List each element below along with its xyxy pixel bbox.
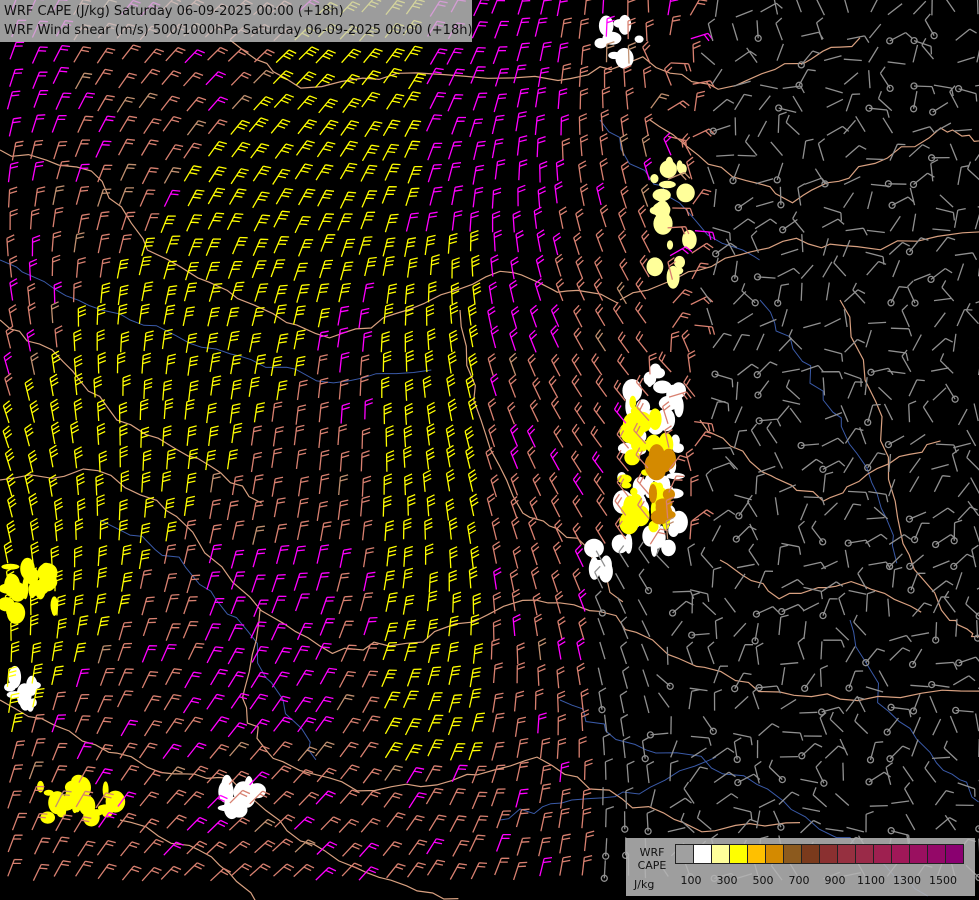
cape-area xyxy=(621,482,632,489)
cape-area xyxy=(659,160,677,178)
cape-area xyxy=(673,267,684,275)
cape-legend: WRF CAPE J/kg 100 300 500 700 900 1100 1300 150… xyxy=(626,838,975,896)
cape-area xyxy=(655,482,664,493)
legend-tick-900: 900 xyxy=(824,874,846,887)
cape-area xyxy=(659,220,671,233)
legend-tick-500: 500 xyxy=(752,874,774,887)
cape-area xyxy=(633,411,652,433)
legend-swatch xyxy=(693,844,712,864)
cape-area xyxy=(56,803,73,811)
cape-area xyxy=(649,363,662,378)
legend-title: WRF CAPE xyxy=(630,846,674,872)
cape-area xyxy=(646,257,664,277)
legend-swatch xyxy=(927,844,946,864)
legend-color-scale xyxy=(675,844,964,864)
cape-area xyxy=(652,202,671,218)
wind-barb xyxy=(842,762,845,781)
legend-swatch xyxy=(765,844,784,864)
cape-area xyxy=(627,511,643,526)
weather-map xyxy=(0,0,979,900)
legend-tick-700: 700 xyxy=(788,874,810,887)
legend-swatch xyxy=(945,844,964,864)
wind-shear-title: WRF Wind shear (m/s) 500/1000hPa Saturda… xyxy=(4,23,473,38)
cape-area xyxy=(619,423,635,441)
legend-tick-1300: 1300 xyxy=(893,874,921,887)
legend-swatch xyxy=(729,844,748,864)
wind-barb xyxy=(737,154,756,157)
cape-area xyxy=(39,569,57,592)
cape-area xyxy=(644,454,658,476)
wind-barb xyxy=(799,711,818,714)
wind-barb xyxy=(666,646,669,665)
cape-area xyxy=(648,484,658,504)
cape-area xyxy=(657,454,666,476)
cape-area xyxy=(676,160,683,173)
cape-title: WRF CAPE (J/kg) Saturday 06-09-2025 00:0… xyxy=(4,4,344,19)
cape-area xyxy=(217,804,236,812)
legend-tick-1100: 1100 xyxy=(857,874,885,887)
cape-area xyxy=(659,180,676,189)
legend-swatch xyxy=(747,844,766,864)
legend-swatch xyxy=(873,844,892,864)
wind-barb xyxy=(800,282,803,301)
cape-area xyxy=(666,240,674,250)
cape-area xyxy=(658,396,679,411)
legend-swatch xyxy=(783,844,802,864)
cape-area xyxy=(634,35,644,43)
legend-title-model: WRF xyxy=(639,846,665,859)
legend-tick-300: 300 xyxy=(716,874,738,887)
legend-swatch xyxy=(855,844,874,864)
legend-swatch xyxy=(837,844,856,864)
cape-area xyxy=(598,560,613,583)
cape-area xyxy=(631,439,649,452)
cape-area xyxy=(650,174,659,184)
legend-tick-1500: 1500 xyxy=(929,874,957,887)
legend-swatch xyxy=(801,844,820,864)
legend-tick-100: 100 xyxy=(680,874,702,887)
cape-area xyxy=(8,665,22,689)
legend-swatch xyxy=(675,844,694,864)
legend-swatch xyxy=(891,844,910,864)
map-title-box: WRF CAPE (J/kg) Saturday 06-09-2025 00:0… xyxy=(0,0,473,42)
cape-area xyxy=(662,488,676,501)
wind-barb xyxy=(820,641,823,660)
legend-swatch xyxy=(909,844,928,864)
wind-barb xyxy=(869,804,888,807)
legend-swatch xyxy=(819,844,838,864)
cape-area xyxy=(22,577,29,600)
wind-barb xyxy=(976,0,979,15)
cape-area xyxy=(676,183,695,203)
cape-area xyxy=(664,510,676,519)
legend-title-variable: CAPE xyxy=(637,859,667,872)
cape-area xyxy=(221,774,233,798)
legend-tick-labels: 100 300 500 700 900 1100 1300 1500 xyxy=(626,874,975,890)
cape-area xyxy=(629,497,639,504)
wind-barb xyxy=(866,158,885,161)
legend-swatch xyxy=(711,844,730,864)
cape-area xyxy=(652,188,671,202)
cape-area xyxy=(584,538,604,558)
